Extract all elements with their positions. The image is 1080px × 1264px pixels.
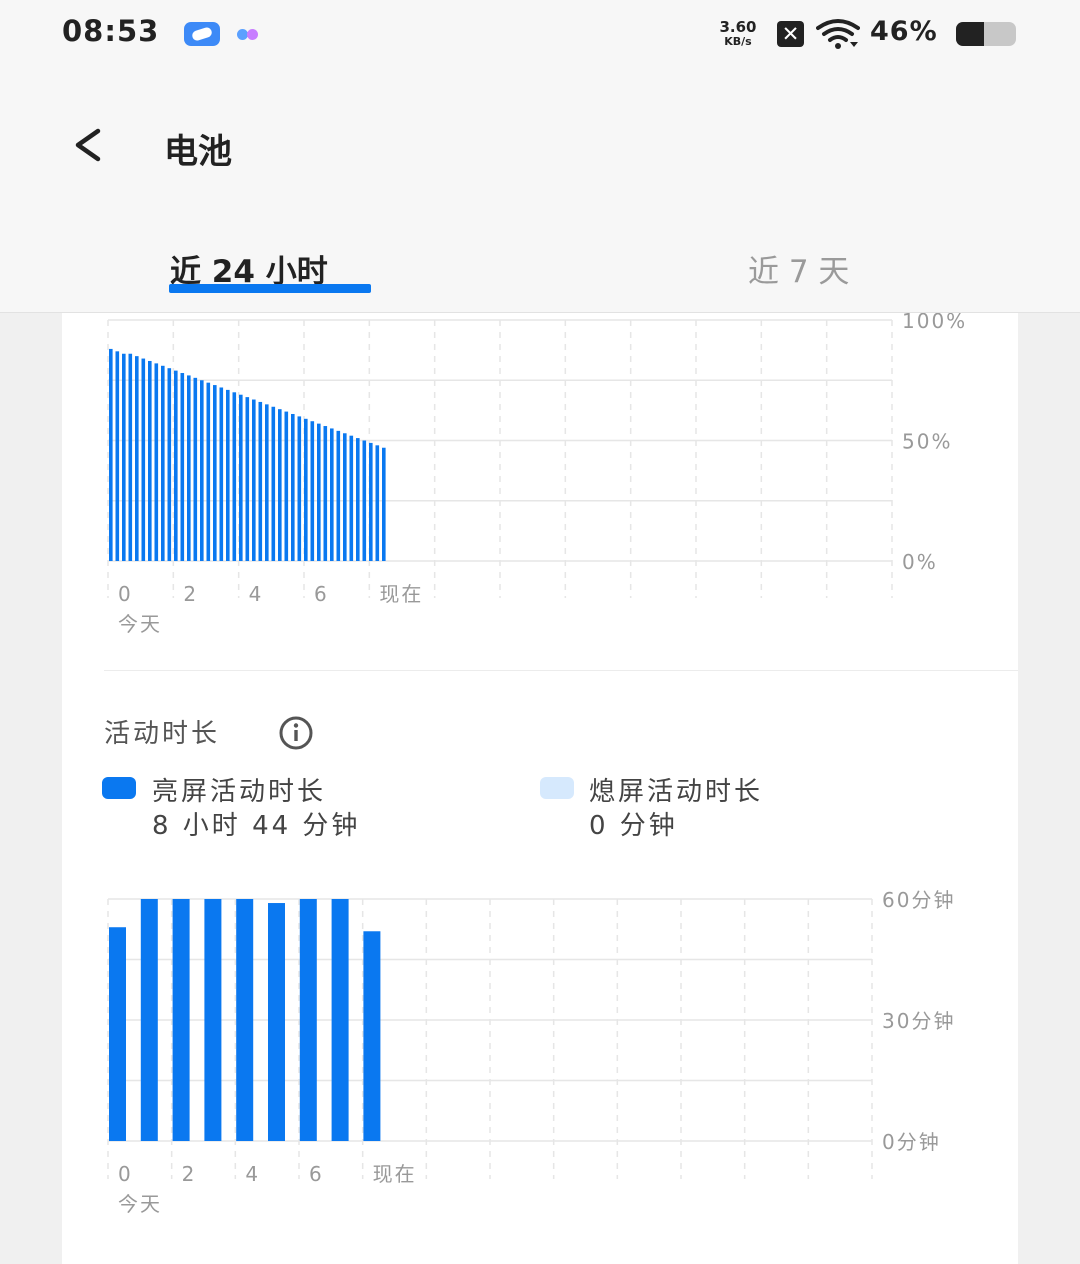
header-area: 08:53 3.60 KB/s ✕ 46% 电池 近 24 小时 近 7 天 [0, 0, 1080, 313]
chart-bar [331, 899, 349, 1141]
battery-fill [956, 22, 984, 46]
chart-bar [236, 899, 254, 1141]
chart-bar [299, 899, 317, 1141]
x-app-icon: ✕ [777, 21, 804, 47]
battery-icon [956, 22, 1016, 46]
chart-bar [172, 899, 190, 1141]
y-tick-label: 60分钟 [882, 888, 955, 912]
chart-bar [363, 931, 381, 1141]
wifi-icon [816, 19, 860, 49]
chart-bar [109, 927, 126, 1141]
status-time: 08:53 [62, 14, 160, 48]
battery-percentage: 46% [870, 16, 938, 47]
network-speed-value: 3.60 [719, 18, 757, 36]
x-tick-label: 0 [118, 1162, 133, 1186]
chart-bar [204, 899, 222, 1141]
x-tick-label: 6 [309, 1162, 324, 1186]
activity-duration-chart: 60分钟 30分钟 0分钟 0 2 4 6 现在今天 [107, 888, 955, 1216]
network-speed-unit: KB/s [724, 35, 752, 48]
chevron-left-icon[interactable] [64, 120, 114, 170]
page-title: 电池 [164, 132, 232, 172]
chart-bar [140, 899, 158, 1141]
tab-7-days[interactable]: 近 7 天 [748, 246, 849, 291]
status-bar: 08:53 3.60 KB/s ✕ 46% [0, 0, 1080, 70]
chart-bar [268, 903, 285, 1141]
app-notification-icon-2 [234, 26, 266, 42]
y-tick-label: 0分钟 [882, 1130, 941, 1154]
network-speed: 3.60 KB/s [712, 18, 764, 48]
x-sublabel: 今天 [118, 1192, 162, 1216]
x-tick-label: 2 [182, 1162, 197, 1186]
app-notification-icon [184, 22, 220, 46]
x-tick-label: 4 [245, 1162, 260, 1186]
x-tick-label: 现在 [373, 1162, 417, 1186]
tab-selected-indicator [169, 284, 371, 293]
battery-card: 100% 50% 0% 0 2 4 6 现在 今天 活动时长 亮屏活动时长 8 小时 44 分钟… [62, 313, 1018, 1264]
y-tick-label: 30分钟 [882, 1009, 955, 1033]
